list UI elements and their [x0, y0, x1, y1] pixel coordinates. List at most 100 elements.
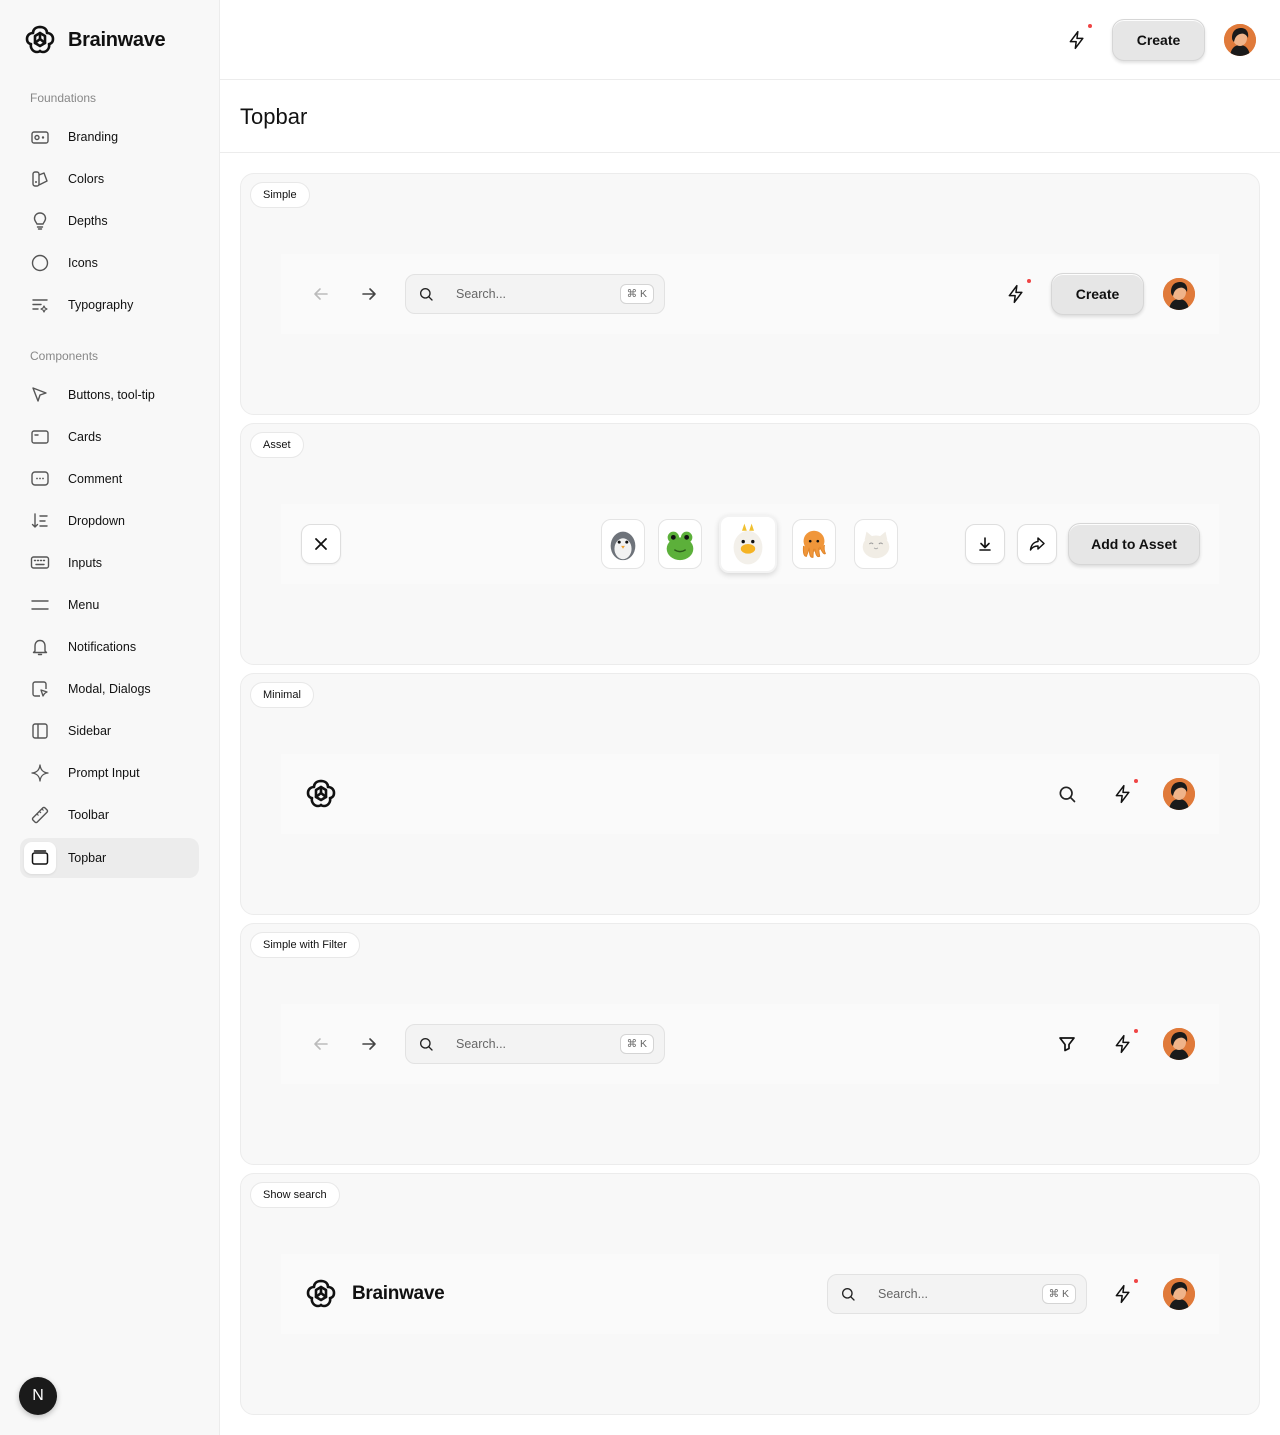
sidebar-item-menu[interactable]: Menu [20, 585, 199, 625]
avatar[interactable] [1163, 1278, 1195, 1310]
sort-icon [30, 511, 50, 531]
sidebar-item-label: Modal, Dialogs [68, 682, 151, 696]
typography-icon [30, 295, 50, 315]
asset-thumb-penguin[interactable] [601, 519, 645, 569]
sidebar-item-label: Prompt Input [68, 766, 140, 780]
brainwave-logo-icon[interactable] [305, 1278, 337, 1310]
search-input[interactable]: Search... ⌘ K [405, 274, 665, 314]
sidebar-item-label: Notifications [68, 640, 137, 654]
demo-card-simple: Simple Search... ⌘ K Create [240, 173, 1260, 415]
ruler-icon [30, 805, 50, 825]
sidebar-item-label: Topbar [68, 851, 107, 865]
sidebar-item-label: Buttons, tool-tip [68, 388, 155, 402]
sidebar-item-notifications[interactable]: Notifications [20, 627, 199, 667]
bolt-icon[interactable] [1110, 781, 1136, 807]
download-icon [979, 537, 991, 551]
brand[interactable]: Brainwave [24, 24, 166, 56]
demo-label: Simple with Filter [250, 932, 360, 958]
section-title-foundations: Foundations [30, 91, 97, 105]
cursor-icon [30, 385, 50, 405]
sidebar-item-colors[interactable]: Colors [20, 159, 199, 199]
sidebar-item-depths[interactable]: Depths [20, 201, 199, 241]
penguin-icon [610, 531, 636, 561]
avatar[interactable] [1163, 778, 1195, 810]
chick-icon [733, 523, 763, 565]
bolt-icon[interactable] [1064, 27, 1090, 53]
sidebar-item-inputs[interactable]: Inputs [20, 543, 199, 583]
bolt-icon[interactable] [1110, 1281, 1136, 1307]
filter-icon[interactable] [1054, 1031, 1080, 1057]
octopus-icon [802, 530, 826, 558]
add-to-asset-button[interactable]: Add to Asset [1068, 523, 1200, 565]
cat-icon [862, 531, 890, 559]
sidebar-item-prompt-input[interactable]: Prompt Input [20, 753, 199, 793]
sidebar-item-label: Icons [68, 256, 98, 270]
sidebar-item-icons[interactable]: Icons [20, 243, 199, 283]
topbar-icon [24, 842, 56, 874]
sidebar-item-buttons[interactable]: Buttons, tool-tip [20, 375, 199, 415]
sidebar-item-sidebar[interactable]: Sidebar [20, 711, 199, 751]
bolt-icon[interactable] [1110, 1031, 1136, 1057]
share-button[interactable] [1017, 524, 1057, 564]
asset-thumb-frog[interactable] [658, 519, 702, 569]
create-button[interactable]: Create [1112, 19, 1205, 61]
keyboard-icon [30, 553, 50, 573]
notification-dot [1134, 779, 1138, 783]
bell-icon [30, 637, 50, 657]
demo-label: Minimal [250, 682, 314, 708]
search-input[interactable]: Search... ⌘ K [405, 1024, 665, 1064]
sidebar-item-typography[interactable]: Typography [20, 285, 199, 325]
demo-card-asset: Asset Add to Asset [240, 423, 1260, 665]
sidebar-item-label: Branding [68, 130, 119, 144]
search-placeholder: Search... [456, 1037, 507, 1051]
sidebar-item-label: Cards [68, 430, 102, 444]
search-icon[interactable] [1054, 781, 1080, 807]
sidebar-item-label: Toolbar [68, 808, 109, 822]
frog-icon [666, 531, 694, 561]
sidebar-item-comment[interactable]: Comment [20, 459, 199, 499]
topbar-simple: Search... ⌘ K Create [281, 254, 1219, 334]
asset-thumb-chick[interactable] [719, 515, 777, 573]
top-header: Create [220, 0, 1280, 80]
notification-dot [1134, 1279, 1138, 1283]
sidebar-item-modal[interactable]: Modal, Dialogs [20, 669, 199, 709]
bolt-icon[interactable] [1003, 281, 1029, 307]
topbar-minimal [281, 754, 1219, 834]
brainwave-logo-icon [24, 24, 56, 56]
brainwave-logo-icon[interactable] [305, 778, 337, 810]
page-title: Topbar [240, 104, 308, 129]
forward-arrow-icon[interactable] [357, 282, 381, 306]
sidebar-item-label: Colors [68, 172, 105, 186]
avatar[interactable] [1163, 1028, 1195, 1060]
sidebar-item-dropdown[interactable]: Dropdown [20, 501, 199, 541]
topbar-asset: Add to Asset [281, 504, 1219, 584]
create-button[interactable]: Create [1051, 273, 1144, 315]
download-button[interactable] [965, 524, 1005, 564]
sidebar-item-topbar[interactable]: Topbar [20, 838, 199, 878]
avatar[interactable] [1224, 24, 1256, 56]
avatar[interactable] [1163, 278, 1195, 310]
back-arrow-icon[interactable] [309, 1032, 333, 1056]
branding-icon [30, 127, 50, 147]
forward-arrow-icon[interactable] [357, 1032, 381, 1056]
topbar-show-search: Brainwave Search... ⌘ K [281, 1254, 1219, 1334]
asset-thumb-octopus[interactable] [792, 519, 836, 569]
back-arrow-icon[interactable] [309, 282, 333, 306]
menu-icon [30, 595, 50, 615]
n-badge[interactable]: N [19, 1377, 57, 1415]
close-button[interactable] [301, 524, 341, 564]
demo-label: Simple [250, 182, 310, 208]
search-placeholder: Search... [878, 1287, 929, 1301]
share-icon [1029, 537, 1045, 551]
sidebar-item-branding[interactable]: Branding [20, 117, 199, 157]
sidebar-item-toolbar[interactable]: Toolbar [20, 795, 199, 835]
close-icon [315, 538, 327, 550]
demo-card-filter: Simple with Filter Search... ⌘ K [240, 923, 1260, 1165]
asset-thumb-cat[interactable] [854, 519, 898, 569]
modal-icon [30, 679, 50, 699]
sidebar-item-label: Inputs [68, 556, 103, 570]
notification-dot [1088, 24, 1092, 28]
search-input[interactable]: Search... ⌘ K [827, 1274, 1087, 1314]
sidebar-item-cards[interactable]: Cards [20, 417, 199, 457]
sparkle-icon [30, 763, 50, 783]
